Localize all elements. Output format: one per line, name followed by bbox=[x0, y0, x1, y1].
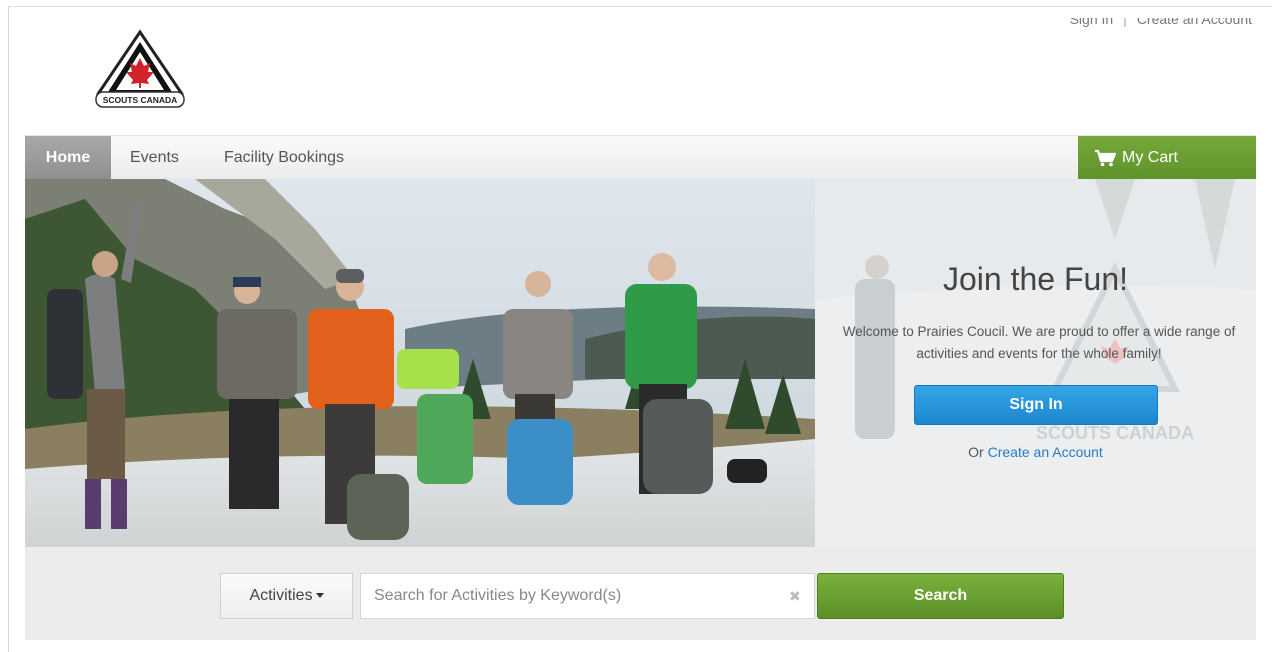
search-bar: Activities ✖ Search bbox=[25, 547, 1256, 640]
main-nav: Home Events Facility Bookings My Cart bbox=[25, 135, 1256, 180]
join-title: Join the Fun! bbox=[943, 261, 1128, 297]
activities-dropdown-label: Activities bbox=[249, 587, 313, 604]
welcome-text: Welcome to Prairies Coucil. We are proud… bbox=[842, 324, 1236, 361]
my-cart-button[interactable]: My Cart bbox=[1078, 136, 1256, 180]
clear-x-icon[interactable]: ✖ bbox=[789, 573, 801, 619]
hero-banner: SCOUTS CANADA Join the Fun! Welcome to P… bbox=[25, 179, 1256, 547]
create-account-line: Or Create an Account bbox=[815, 444, 1256, 460]
nav-events[interactable]: Events bbox=[130, 136, 179, 180]
scouts-canada-logo[interactable]: SCOUTS CANADA bbox=[92, 28, 188, 114]
nav-home[interactable]: Home bbox=[25, 136, 111, 180]
activities-dropdown[interactable]: Activities bbox=[220, 573, 353, 619]
logo-text: SCOUTS CANADA bbox=[103, 95, 178, 105]
my-cart-label: My Cart bbox=[1122, 149, 1178, 166]
watermark-text: SCOUTS CANADA bbox=[1036, 423, 1194, 443]
join-panel: SCOUTS CANADA Join the Fun! Welcome to P… bbox=[815, 179, 1256, 547]
caret-down-icon bbox=[315, 593, 324, 599]
nav-facility-bookings[interactable]: Facility Bookings bbox=[224, 136, 344, 180]
search-input[interactable] bbox=[360, 573, 815, 619]
create-account-link[interactable]: Create an Account bbox=[988, 444, 1103, 460]
hero-photo bbox=[25, 179, 815, 547]
sign-in-button[interactable]: Sign In bbox=[914, 385, 1158, 425]
or-text: Or bbox=[968, 444, 984, 460]
shopping-cart-icon bbox=[1095, 149, 1116, 167]
search-button[interactable]: Search bbox=[817, 573, 1064, 619]
